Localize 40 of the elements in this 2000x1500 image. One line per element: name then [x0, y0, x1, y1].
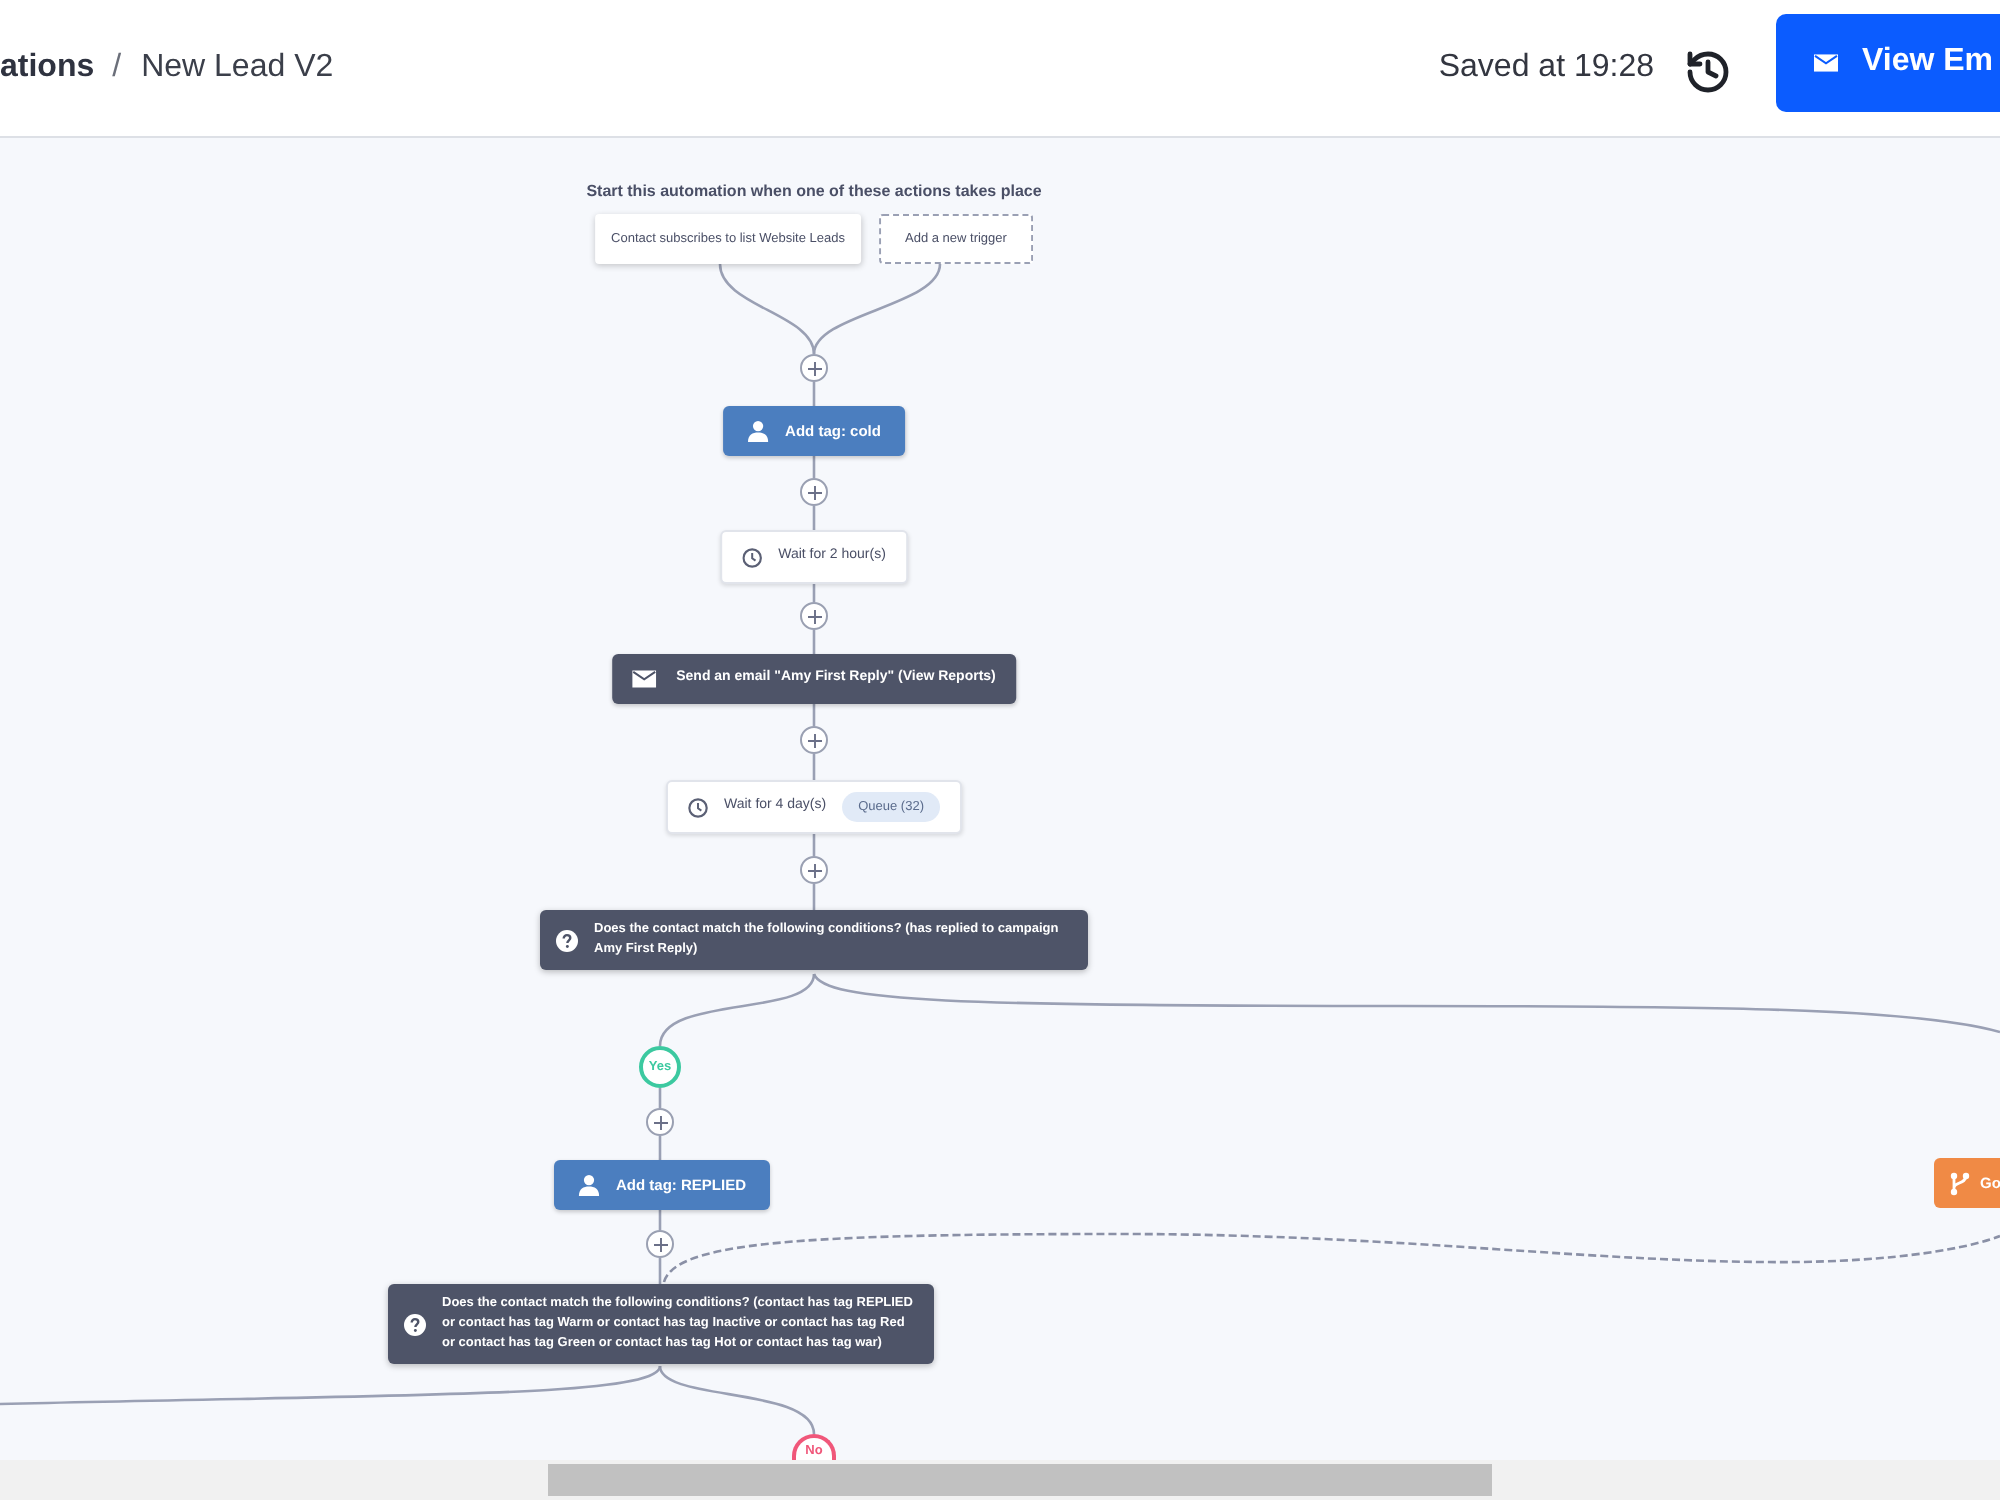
envelope-icon: [1814, 53, 1838, 71]
help-icon: [404, 1313, 426, 1335]
breadcrumb-separator: /: [112, 48, 122, 88]
add-step-button[interactable]: [800, 602, 828, 630]
envelope-icon: [632, 670, 657, 688]
add-step-button[interactable]: [800, 856, 828, 884]
add-step-button[interactable]: [800, 354, 828, 382]
history-icon[interactable]: [1684, 48, 1732, 96]
breadcrumb-link[interactable]: ations: [0, 44, 95, 92]
plus-icon: [807, 863, 821, 877]
connector-line: [812, 263, 942, 355]
saved-status: Saved at 19:28: [1438, 48, 1654, 88]
horizontal-scrollbar[interactable]: [0, 1460, 2000, 1500]
condition-node[interactable]: [388, 1284, 934, 1364]
branch-icon: [1950, 1171, 1970, 1195]
connector-line: [718, 263, 816, 355]
help-icon: [556, 929, 578, 951]
connector-line: [658, 1210, 662, 1230]
add-step-button[interactable]: [646, 1230, 674, 1258]
plus-icon: [807, 609, 821, 623]
scrollbar-thumb[interactable]: [548, 1464, 1492, 1496]
plus-icon: [653, 1115, 667, 1129]
plus-icon: [807, 733, 821, 747]
add-step-button[interactable]: [800, 478, 828, 506]
plus-icon: [653, 1237, 667, 1251]
user-icon: [578, 1174, 600, 1196]
add-step-button[interactable]: [800, 726, 828, 754]
plus-icon: [807, 361, 821, 375]
clock-icon: [742, 547, 763, 567]
clock-icon: [688, 797, 708, 817]
breadcrumb-current: New Lead V2: [141, 48, 334, 88]
view-email-button[interactable]: View Em: [1776, 13, 2000, 111]
add-step-button[interactable]: [646, 1108, 674, 1136]
plus-icon: [807, 485, 821, 499]
connector-line: [658, 1088, 662, 1108]
trigger-heading: Start this automation when one of these actions takes place: [586, 180, 1042, 204]
user-icon: [747, 420, 770, 442]
connector-line: [812, 456, 816, 478]
connector-line: [812, 834, 816, 856]
connector-line: [812, 704, 816, 726]
